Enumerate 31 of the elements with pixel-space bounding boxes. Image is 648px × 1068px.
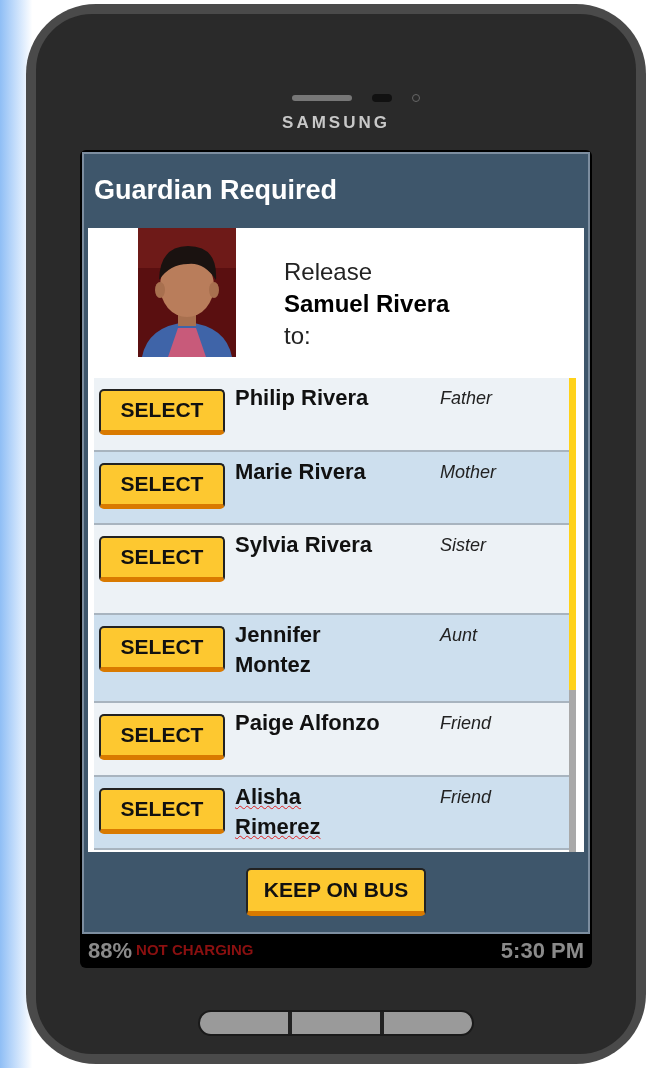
relation-label: Mother (440, 460, 497, 484)
clock-time: 5:30 PM (500, 937, 584, 965)
brand-logo: SAMSUNG (282, 112, 390, 134)
student-name: Samuel Rivera (284, 288, 450, 319)
scrollbar-thumb[interactable] (569, 377, 576, 690)
release-label: Release (284, 256, 374, 287)
relation-label: Sister (440, 533, 486, 557)
guardian-name: Alisha Rimerez (235, 782, 322, 841)
select-button[interactable]: SELECT (99, 713, 225, 760)
to-label: to: (284, 320, 312, 351)
select-button[interactable]: SELECT (99, 625, 225, 672)
guardian-name: Jennifer Montez (235, 620, 322, 679)
relation-label: Friend (440, 711, 492, 735)
battery-percent: 88% (88, 937, 133, 965)
guardian-name: Sylvia Rivera (235, 530, 373, 559)
charging-status: NOT CHARGING (136, 940, 254, 961)
select-button[interactable]: SELECT (99, 787, 225, 834)
relation-label: Father (440, 386, 493, 410)
relation-label: Aunt (440, 623, 478, 647)
guardian-name: Marie Rivera (235, 457, 367, 486)
camera-icon (372, 94, 392, 102)
hardware-buttons[interactable] (198, 1009, 474, 1036)
select-button[interactable]: SELECT (99, 388, 225, 435)
guardian-name: Philip Rivera (235, 383, 370, 412)
keep-on-bus-button[interactable]: KEEP ON BUS (246, 867, 426, 916)
guardian-name: Paige Alfonzo (235, 708, 381, 737)
relation-label: Friend (440, 785, 492, 809)
speaker-grille (292, 95, 352, 101)
select-button[interactable]: SELECT (99, 462, 225, 509)
screen-title: Guardian Required (93, 174, 339, 208)
select-button[interactable]: SELECT (99, 535, 225, 582)
